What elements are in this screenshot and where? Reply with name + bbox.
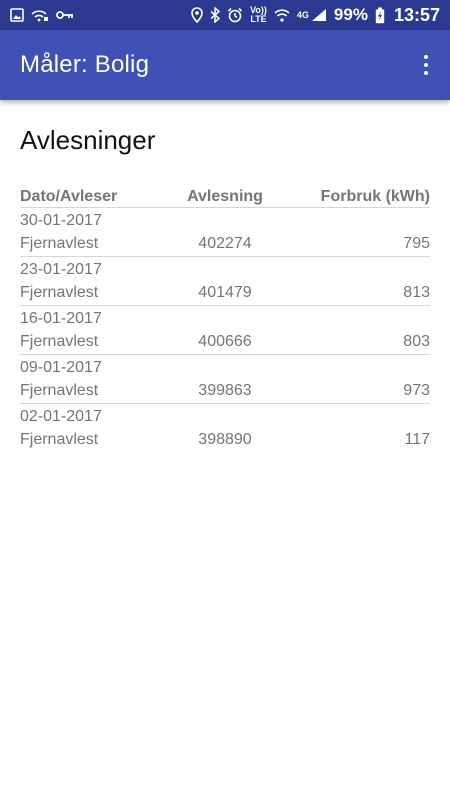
row-reader: Fjernavlest xyxy=(20,382,99,399)
table-row[interactable]: 16-01-2017 Fjernavlest 400666 803 xyxy=(20,306,430,355)
more-vert-icon[interactable] xyxy=(414,45,438,85)
row-reader: Fjernavlest xyxy=(20,235,99,252)
row-reading: 399863 xyxy=(198,382,252,399)
header-consumption: Forbruk (kWh) xyxy=(320,188,430,205)
row-reader: Fjernavlest xyxy=(20,284,99,301)
header-reading: Avlesning xyxy=(187,188,263,205)
row-consumption: 117 xyxy=(404,431,430,448)
table-row[interactable]: 23-01-2017 Fjernavlest 401479 813 xyxy=(20,257,430,306)
volte-icon: Vo)) LTE xyxy=(250,5,267,25)
row-reader: Fjernavlest xyxy=(20,333,99,350)
clock-time: 13:57 xyxy=(393,5,440,25)
bluetooth-icon xyxy=(210,5,221,25)
status-left xyxy=(10,5,74,25)
app-title: Måler: Bolig xyxy=(20,51,150,78)
overflow-dot xyxy=(424,63,428,67)
row-reading: 402274 xyxy=(198,235,252,252)
image-icon xyxy=(10,5,24,25)
header-date-reader: Dato/Avleser xyxy=(20,188,118,205)
main-content: Avlesninger Dato/Avleser Avlesning Forbr… xyxy=(20,100,430,453)
row-date: 16-01-2017 xyxy=(20,310,102,327)
row-reading: 398890 xyxy=(198,431,252,448)
alarm-icon xyxy=(227,5,243,25)
key-icon xyxy=(56,5,74,25)
row-reading: 401479 xyxy=(198,284,252,301)
status-bar: Vo)) LTE 4G 99% 13:57 xyxy=(0,0,450,30)
row-consumption: 813 xyxy=(403,284,430,301)
row-consumption: 795 xyxy=(403,235,430,252)
row-date: 23-01-2017 xyxy=(20,261,102,278)
volte-label-bottom: LTE xyxy=(250,14,267,24)
row-consumption: 973 xyxy=(403,382,430,399)
overflow-dot xyxy=(424,55,428,59)
battery-percent: 99% xyxy=(333,5,368,24)
table-row[interactable]: 09-01-2017 Fjernavlest 399863 973 xyxy=(20,355,430,404)
battery-charging-icon xyxy=(375,5,385,25)
wifi-calling-icon xyxy=(31,5,49,25)
row-reading: 400666 xyxy=(198,333,252,350)
row-consumption: 803 xyxy=(403,333,430,350)
table-row[interactable]: 30-01-2017 Fjernavlest 402274 795 xyxy=(20,208,430,257)
wifi-icon xyxy=(274,5,290,25)
table-header: Dato/Avleser Avlesning Forbruk (kWh) xyxy=(20,188,430,208)
table-row[interactable]: 02-01-2017 Fjernavlest 398890 117 xyxy=(20,404,430,453)
status-right: Vo)) LTE 4G 99% 13:57 xyxy=(191,5,440,25)
row-reader: Fjernavlest xyxy=(20,431,99,448)
overflow-dot xyxy=(424,71,428,75)
section-title: Avlesninger xyxy=(20,125,156,155)
row-date: 02-01-2017 xyxy=(20,408,102,425)
row-date: 09-01-2017 xyxy=(20,359,102,376)
readings-table: Dato/Avleser Avlesning Forbruk (kWh) 30-… xyxy=(20,188,430,453)
row-date: 30-01-2017 xyxy=(20,212,102,229)
app-bar: Måler: Bolig xyxy=(0,30,450,100)
signal-icon: 4G xyxy=(297,5,327,25)
location-icon xyxy=(191,5,203,25)
network-type: 4G xyxy=(296,9,309,20)
